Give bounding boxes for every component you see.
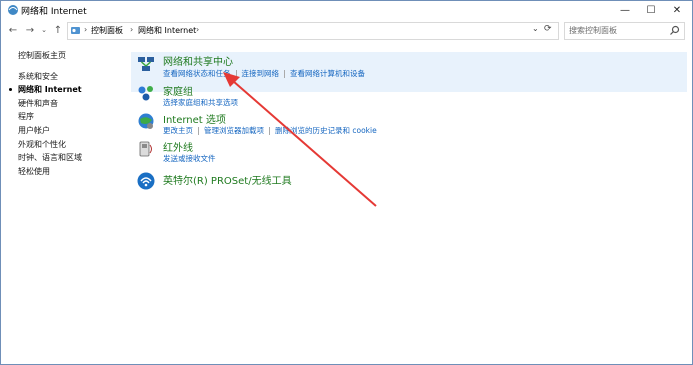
sidebar-item-appearance[interactable]: 外观和个性化 bbox=[18, 139, 66, 150]
sidebar-item-ease-of-access[interactable]: 轻松使用 bbox=[18, 166, 50, 177]
link-connect-to-network[interactable]: 连接到网络 bbox=[242, 68, 280, 79]
sidebar-item-network-internet[interactable]: 网络和 Internet bbox=[18, 84, 82, 95]
recent-dropdown-button[interactable]: ⌄ bbox=[37, 22, 51, 38]
search-box[interactable]: 搜索控制面板 bbox=[564, 22, 685, 40]
sidebar-item-hardware-sound[interactable]: 硬件和声音 bbox=[18, 98, 58, 109]
homegroup-icon bbox=[138, 86, 153, 101]
address-box[interactable]: › 控制面板 › 网络和 Internet › ⌄ ⟳ bbox=[67, 22, 559, 40]
address-dropdown-icon[interactable]: ⌄ bbox=[532, 24, 539, 33]
breadcrumb-network-internet[interactable]: 网络和 Internet bbox=[138, 25, 196, 36]
sidebar-item-clock-language-region[interactable]: 时钟、语言和区域 bbox=[18, 152, 82, 163]
breadcrumb-control-panel[interactable]: 控制面板 bbox=[91, 25, 123, 36]
network-center-icon bbox=[138, 57, 154, 71]
breadcrumb-separator: › bbox=[130, 25, 134, 34]
search-input[interactable]: 搜索控制面板 bbox=[569, 25, 617, 36]
back-button[interactable]: ← bbox=[6, 22, 20, 38]
window-title: 网络和 Internet bbox=[21, 7, 87, 17]
infrared-icon bbox=[139, 141, 152, 157]
link-view-network-devices[interactable]: 查看网络计算机和设备 bbox=[290, 68, 365, 79]
link-divider bbox=[235, 70, 237, 78]
homegroup-links: 选择家庭组和共享选项 bbox=[163, 97, 238, 108]
forward-button[interactable]: → bbox=[23, 22, 37, 38]
link-delete-history-cookies[interactable]: 删除浏览的历史记录和 cookie bbox=[275, 125, 377, 136]
sidebar: 控制面板主页 系统和安全 网络和 Internet 硬件和声音 程序 用户帐户 … bbox=[1, 41, 129, 361]
main-content: 网络和共享中心 查看网络状态和任务 连接到网络 查看网络计算机和设备 家庭组 选择家… bbox=[131, 41, 687, 361]
minimize-button[interactable]: — bbox=[612, 1, 638, 20]
network-center-links: 查看网络状态和任务 连接到网络 查看网络计算机和设备 bbox=[163, 68, 365, 79]
network-center-heading[interactable]: 网络和共享中心 bbox=[163, 53, 233, 68]
internet-options-icon bbox=[138, 113, 154, 129]
control-panel-window: 网络和 Internet — ☐ ✕ ← → ⌄ ↑ › 控制面板 › 网络和 … bbox=[0, 0, 693, 365]
maximize-button[interactable]: ☐ bbox=[638, 1, 664, 20]
up-button[interactable]: ↑ bbox=[51, 22, 65, 38]
infrared-heading[interactable]: 红外线 bbox=[163, 139, 193, 154]
sidebar-item-programs[interactable]: 程序 bbox=[18, 111, 34, 122]
infrared-links: 发送或接收文件 bbox=[163, 153, 216, 164]
breadcrumb-separator: › bbox=[196, 25, 200, 34]
network-app-icon bbox=[8, 5, 18, 15]
intel-proset-heading[interactable]: 英特尔(R) PROSet/无线工具 bbox=[163, 172, 292, 187]
refresh-icon[interactable]: ⟳ bbox=[544, 24, 552, 34]
search-icon[interactable] bbox=[669, 25, 680, 36]
sidebar-item-control-panel-home[interactable]: 控制面板主页 bbox=[18, 50, 66, 61]
homegroup-heading[interactable]: 家庭组 bbox=[163, 83, 193, 98]
sidebar-item-system-security[interactable]: 系统和安全 bbox=[18, 71, 58, 82]
address-bar-row: ← → ⌄ ↑ › 控制面板 › 网络和 Internet › ⌄ ⟳ 搜索控制… bbox=[1, 20, 692, 40]
breadcrumb-separator: › bbox=[84, 25, 88, 34]
close-button[interactable]: ✕ bbox=[664, 1, 690, 20]
title-bar: 网络和 Internet — ☐ ✕ bbox=[1, 1, 692, 20]
sidebar-item-user-accounts[interactable]: 用户帐户 bbox=[18, 125, 50, 136]
internet-options-links: 更改主页 管理浏览器加载项 删除浏览的历史记录和 cookie bbox=[163, 125, 377, 136]
link-divider bbox=[284, 70, 285, 78]
link-view-network-status[interactable]: 查看网络状态和任务 bbox=[163, 68, 231, 79]
wireless-icon bbox=[137, 172, 155, 190]
link-manage-addons[interactable]: 管理浏览器加载项 bbox=[204, 125, 264, 136]
current-item-bullet bbox=[9, 88, 12, 91]
internet-options-heading[interactable]: Internet 选项 bbox=[163, 111, 226, 126]
link-homegroup-sharing-options[interactable]: 选择家庭组和共享选项 bbox=[163, 97, 238, 108]
link-divider bbox=[198, 127, 199, 135]
control-panel-icon bbox=[71, 27, 80, 34]
link-divider bbox=[269, 127, 270, 135]
link-send-receive-files[interactable]: 发送或接收文件 bbox=[163, 153, 216, 164]
link-change-homepage[interactable]: 更改主页 bbox=[163, 125, 193, 136]
